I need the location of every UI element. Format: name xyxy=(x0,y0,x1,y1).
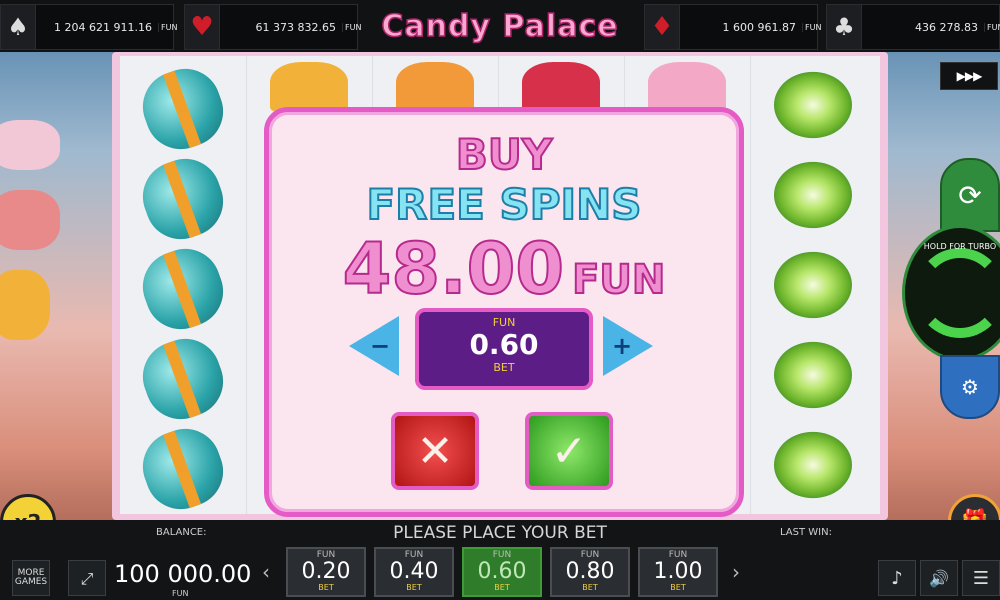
jelly-symbol xyxy=(396,62,474,112)
replay-icon: ⟳ xyxy=(958,178,982,212)
balance-label: BALANCE: xyxy=(156,527,207,538)
dialog-title-free-spins: FREE SPINS xyxy=(365,179,642,230)
turbo-speed-button[interactable]: ▶▶▶ xyxy=(940,62,998,90)
bet-label: BET xyxy=(493,361,515,374)
bet-option-1-00[interactable]: FUN 1.00 BET xyxy=(638,547,718,597)
checkmark-icon: ✓ xyxy=(550,425,588,477)
licorice-symbol xyxy=(522,62,600,112)
popsicle-symbol xyxy=(648,62,726,112)
fullscreen-button[interactable]: ⤢ xyxy=(68,560,106,596)
reel-6 xyxy=(750,56,876,514)
sound-button[interactable]: 🔊 xyxy=(920,560,958,596)
spin-button[interactable]: HOLD FOR TURBO xyxy=(902,225,1000,361)
price-currency: FUN xyxy=(571,256,666,304)
hold-for-turbo-label: HOLD FOR TURBO xyxy=(923,242,997,251)
jackpot-club: ♣ 436 278.83 FUN xyxy=(826,4,1000,50)
bet-option-label: BET xyxy=(318,583,334,592)
balance-value: 100 000.00 xyxy=(114,560,252,588)
bet-option-amount: 1.00 xyxy=(653,559,703,584)
decrease-bet-button[interactable]: − xyxy=(349,316,399,376)
jackpot-diamond: ♦ 1 600 961.87 FUN xyxy=(644,4,821,50)
cancel-button[interactable]: ✕ xyxy=(391,412,479,490)
confirm-button[interactable]: ✓ xyxy=(525,412,613,490)
bet-value: 0.60 xyxy=(469,328,539,361)
bet-option-0-20[interactable]: FUN 0.20 BET xyxy=(286,547,366,597)
reel-1 xyxy=(120,56,247,519)
watermelon-candy-symbol xyxy=(774,431,852,499)
minus-icon: − xyxy=(369,332,391,360)
candy-symbol xyxy=(133,329,233,429)
more-games-button[interactable]: MORE GAMES xyxy=(12,560,50,596)
plus-icon: + xyxy=(611,332,633,360)
candy-symbol xyxy=(133,239,233,339)
jackpot-currency: FUN xyxy=(802,22,821,32)
heart-icon: ♥ xyxy=(185,5,220,49)
bet-option-0-40[interactable]: FUN 0.40 BET xyxy=(374,547,454,597)
candy-symbol xyxy=(133,149,233,249)
settings-gear-icon: ⚙ xyxy=(961,375,979,399)
settings-button[interactable]: ⚙ xyxy=(940,355,1000,419)
bet-option-label: BET xyxy=(670,583,686,592)
hamburger-menu-icon: ☰ xyxy=(972,567,990,589)
jackpot-value: 436 278.83 xyxy=(915,20,978,34)
music-button[interactable]: ♪ xyxy=(878,560,916,596)
buy-free-spins-dialog: BUY FREE SPINS 48.00 FUN − FUN 0.60 BET +… xyxy=(264,107,744,517)
game-title: Candy Palace xyxy=(381,8,619,45)
balance-currency: FUN xyxy=(172,589,189,598)
menu-button[interactable]: ☰ xyxy=(962,560,1000,596)
candy-symbol xyxy=(133,59,233,159)
increase-bet-button[interactable]: + xyxy=(603,316,653,376)
chevron-right-icon[interactable]: › xyxy=(732,560,740,584)
price-value: 48.00 xyxy=(342,227,565,311)
watermelon-candy-symbol xyxy=(774,71,852,139)
candy-symbol xyxy=(133,419,233,519)
chevron-left-icon[interactable]: ‹ xyxy=(262,560,270,584)
watermelon-candy-symbol xyxy=(774,161,852,229)
watermelon-candy-symbol xyxy=(774,251,852,319)
macaron-stack-decoration xyxy=(0,120,60,350)
bet-option-amount: 0.20 xyxy=(301,559,351,584)
spin-arrows-icon xyxy=(915,248,1000,338)
fullscreen-icon: ⤢ xyxy=(80,568,94,588)
bet-option-amount: 0.40 xyxy=(389,559,439,584)
jackpot-bar: ♠ 1 204 621 911.16 FUN ♥ 61 373 832.65 F… xyxy=(0,0,1000,52)
spade-icon: ♠ xyxy=(1,5,36,49)
jackpot-spade: ♠ 1 204 621 911.16 FUN xyxy=(0,4,177,50)
diamond-icon: ♦ xyxy=(645,5,680,49)
autoplay-button[interactable]: ⟳ xyxy=(940,158,1000,232)
bet-option-amount: 0.60 xyxy=(477,559,527,584)
bet-option-0-80[interactable]: FUN 0.80 BET xyxy=(550,547,630,597)
music-note-icon: ♪ xyxy=(891,567,903,589)
jackpot-heart: ♥ 61 373 832.65 FUN xyxy=(184,4,361,50)
bet-option-label: BET xyxy=(494,583,510,592)
dialog-price: 48.00 FUN xyxy=(269,227,739,311)
status-message: PLEASE PLACE YOUR BET xyxy=(393,523,607,543)
speaker-icon: 🔊 xyxy=(929,568,949,588)
macaron-symbol xyxy=(270,62,348,112)
jackpot-value: 1 600 961.87 xyxy=(722,20,796,34)
jackpot-currency: FUN xyxy=(984,22,1000,32)
dialog-title-buy: BUY xyxy=(455,129,554,180)
jackpot-value: 61 373 832.65 xyxy=(255,20,336,34)
bet-option-label: BET xyxy=(582,583,598,592)
bet-option-0-60[interactable]: FUN 0.60 BET xyxy=(462,547,542,597)
bet-display: FUN 0.60 BET xyxy=(415,308,593,390)
bet-option-label: BET xyxy=(406,583,422,592)
club-icon: ♣ xyxy=(827,5,862,49)
watermelon-candy-symbol xyxy=(774,341,852,409)
last-win-label: LAST WIN: xyxy=(780,527,832,538)
close-icon: ✕ xyxy=(416,425,454,477)
jackpot-value: 1 204 621 911.16 xyxy=(54,20,152,34)
more-games-label: MORE GAMES xyxy=(14,568,48,587)
bet-option-amount: 0.80 xyxy=(565,559,615,584)
jackpot-currency: FUN xyxy=(158,22,177,32)
